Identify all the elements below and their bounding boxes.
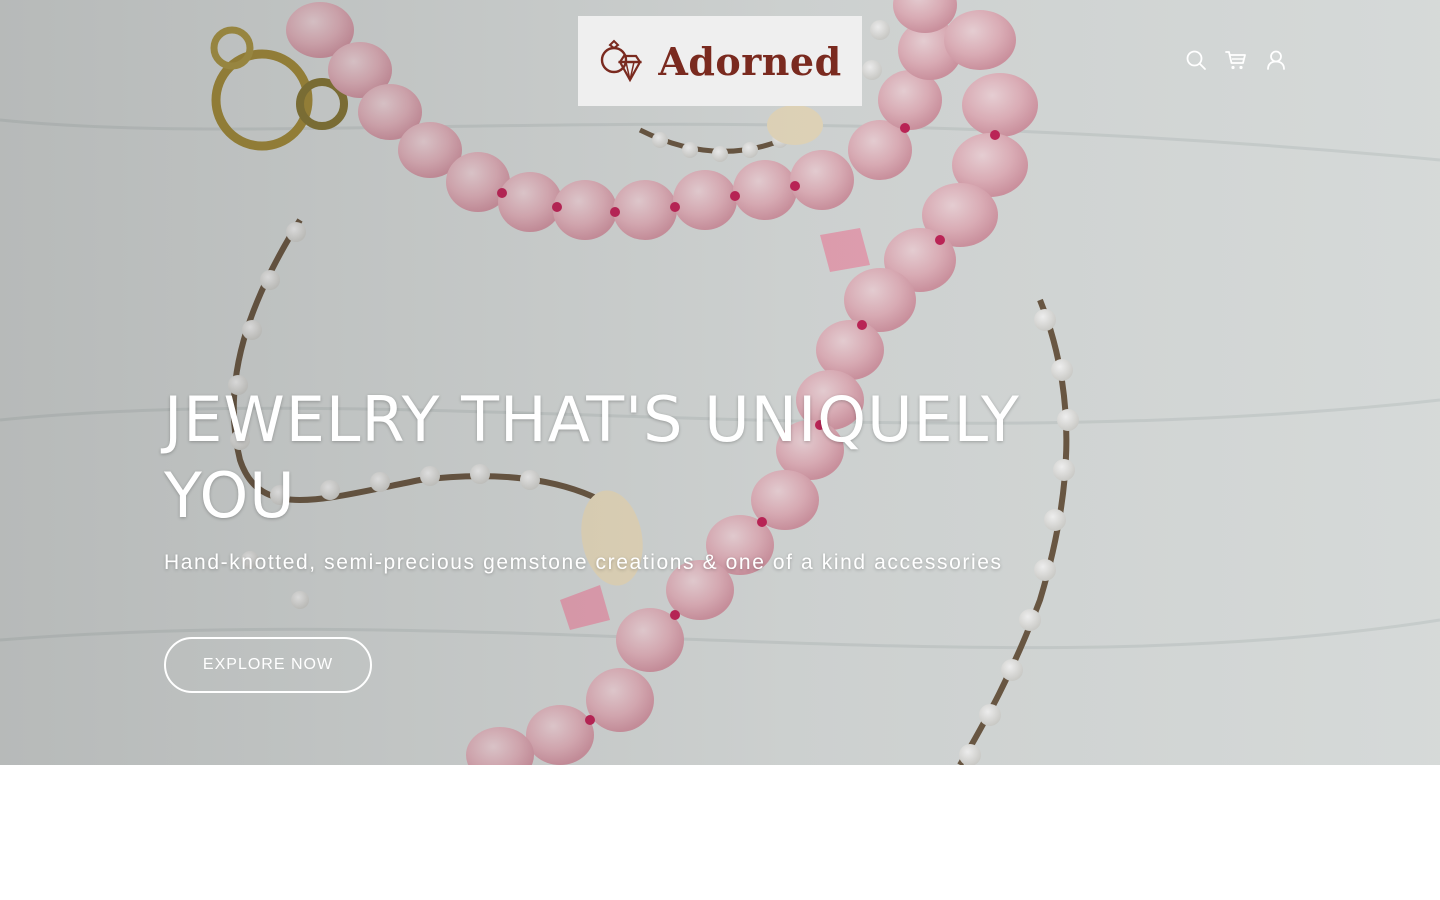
hero-section: Adorned JEWELRY THAT'S UNIQUELY YOU Hand… [0,0,1440,765]
cart-icon[interactable] [1224,48,1248,72]
hero-subtitle: Hand-knotted, semi-precious gemstone cre… [164,551,1003,574]
logo-text: Adorned [658,38,842,84]
account-icon[interactable] [1264,48,1288,72]
logo[interactable]: Adorned [578,16,862,106]
hero-title: JEWELRY THAT'S UNIQUELY YOU [164,383,1020,532]
header-actions [1184,48,1288,72]
search-icon[interactable] [1184,48,1208,72]
explore-now-button[interactable]: EXPLORE NOW [164,637,372,693]
ring-diamond-icon [601,39,643,83]
